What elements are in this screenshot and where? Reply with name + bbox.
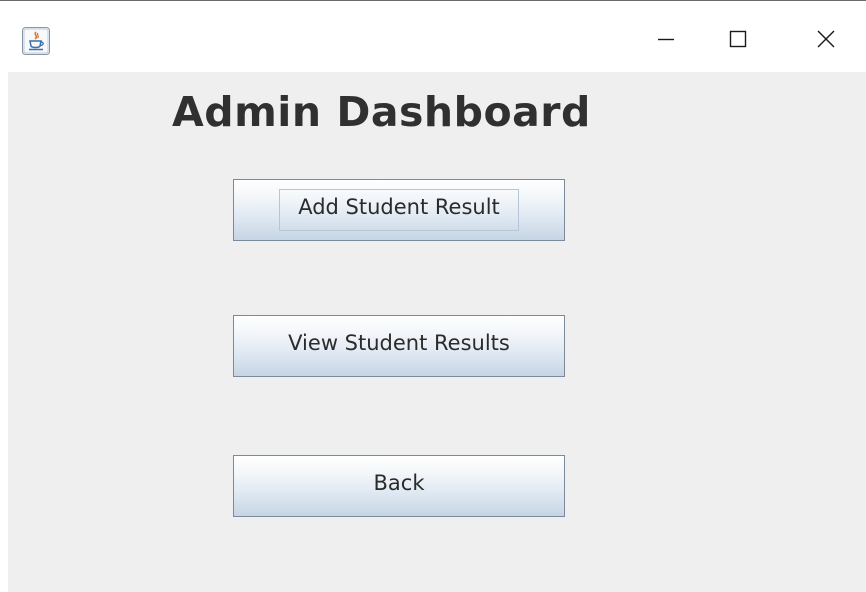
close-icon (816, 29, 836, 53)
minimize-button[interactable] (630, 10, 702, 72)
view-student-results-label: View Student Results (288, 331, 510, 355)
java-cup-icon (22, 27, 50, 55)
title-bar[interactable] (0, 10, 866, 72)
back-label: Back (373, 471, 425, 495)
view-student-results-button[interactable]: View Student Results (233, 315, 565, 377)
back-button[interactable]: Back (233, 455, 565, 517)
close-button[interactable] (790, 10, 862, 72)
maximize-icon (728, 29, 748, 53)
dashboard-panel: Admin Dashboard Add Student Result View … (8, 72, 866, 592)
window-top-edge (0, 0, 866, 10)
add-student-result-button[interactable]: Add Student Result (233, 179, 565, 241)
page-title: Admin Dashboard (172, 88, 591, 136)
minimize-icon (656, 29, 676, 53)
application-window: Admin Dashboard Add Student Result View … (0, 0, 866, 592)
maximize-button[interactable] (702, 10, 774, 72)
add-student-result-label: Add Student Result (298, 195, 500, 219)
